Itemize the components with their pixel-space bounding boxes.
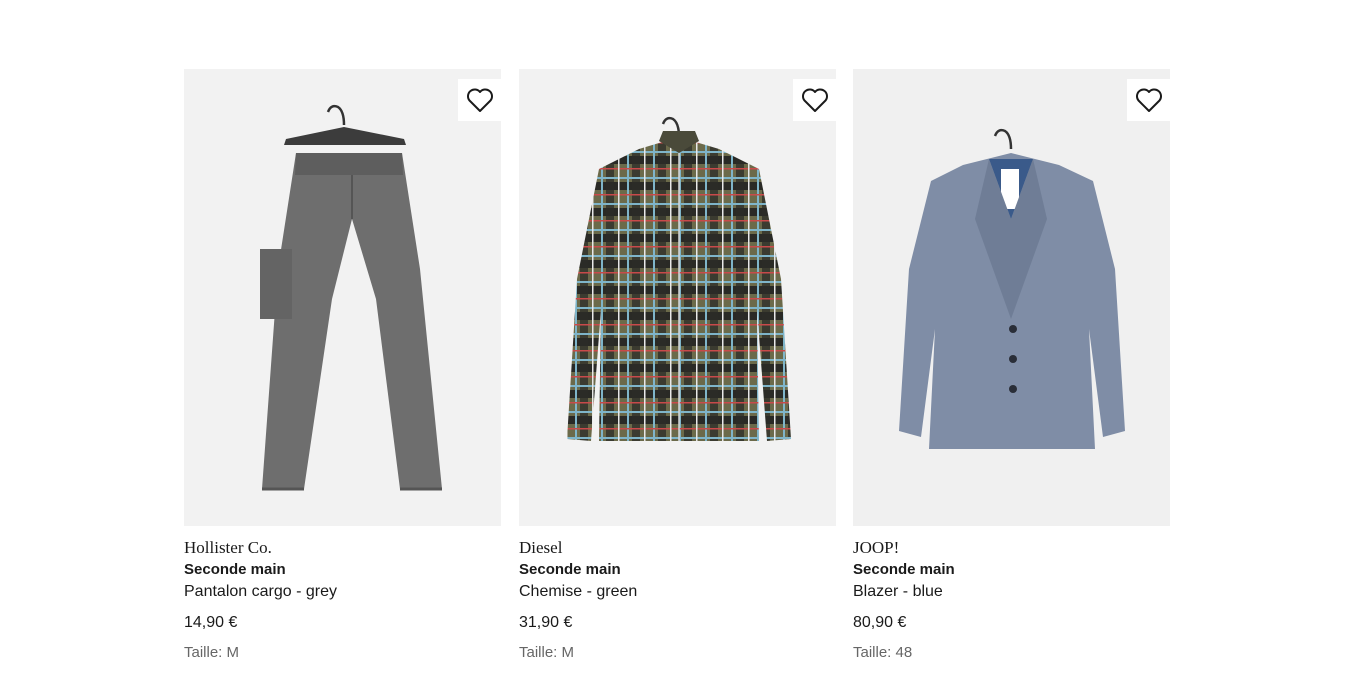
product-name[interactable]: Chemise - green [519,582,836,601]
product-card[interactable]: Hollister Co. Seconde main Pantalon carg… [184,69,501,662]
product-size: Taille: M [519,644,575,661]
heart-outline-icon [801,88,828,112]
product-card[interactable]: Diesel Seconde main Chemise - green 31,9… [519,69,836,662]
product-size: Taille: M [184,644,240,661]
product-name[interactable]: Blazer - blue [853,582,1170,601]
product-price: 14,90 € [184,614,238,631]
product-price: 31,90 € [519,614,573,631]
product-image[interactable] [853,69,1170,526]
product-condition: Seconde main [184,561,286,578]
product-size: Taille: 48 [853,644,913,661]
product-brand[interactable]: JOOP! [853,538,1170,558]
blue-blazer-icon [853,69,1170,526]
grey-cargo-pants-icon [184,69,501,526]
plaid-shirt-icon [519,69,836,526]
product-image[interactable] [519,69,836,526]
product-condition: Seconde main [519,561,621,578]
product-grid: Hollister Co. Seconde main Pantalon carg… [184,69,1170,662]
product-name[interactable]: Pantalon cargo - grey [184,582,501,601]
product-condition: Seconde main [853,561,955,578]
heart-outline-icon [466,88,493,112]
product-brand[interactable]: Diesel [519,538,836,558]
product-card[interactable]: JOOP! Seconde main Blazer - blue 80,90 €… [853,69,1170,662]
wishlist-button[interactable] [793,79,836,121]
wishlist-button[interactable] [458,79,501,121]
product-price: 80,90 € [853,614,907,631]
product-image[interactable] [184,69,501,526]
heart-outline-icon [1135,88,1162,112]
wishlist-button[interactable] [1127,79,1170,121]
product-brand[interactable]: Hollister Co. [184,538,501,558]
